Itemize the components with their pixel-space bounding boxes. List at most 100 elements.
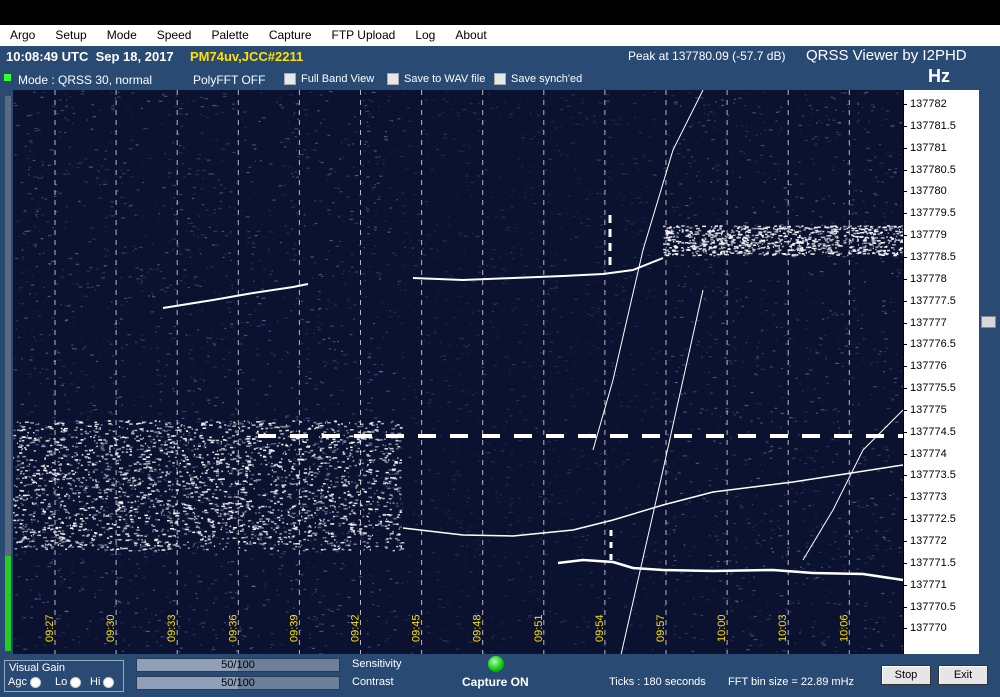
time-tick-label: 09:57 bbox=[655, 614, 667, 642]
save-synched-checkbox[interactable]: Save synch'ed bbox=[494, 73, 582, 85]
time-tick-label: 09:45 bbox=[411, 614, 423, 642]
menu-ftp-upload[interactable]: FTP Upload bbox=[322, 25, 406, 46]
signal-trace bbox=[412, 257, 664, 281]
checkbox-box[interactable] bbox=[494, 73, 506, 85]
frequency-tick-label: 137779.5 bbox=[903, 207, 956, 220]
callsign-locator: PM74uv,JCC#2211 bbox=[190, 49, 304, 64]
signal-trace bbox=[620, 289, 704, 654]
menu-bar: Argo Setup Mode Speed Palette Capture FTP Uplo… bbox=[0, 25, 1000, 46]
scroll-thumb[interactable] bbox=[981, 316, 996, 328]
frequency-tick-label: 137773.5 bbox=[903, 469, 956, 482]
lo-radio-dot[interactable] bbox=[70, 676, 82, 688]
waterfall-canvas: 09:27 09:30 09:33 09:36 09:39 09:42 09:45 09:48… bbox=[13, 90, 903, 654]
checkbox-box[interactable] bbox=[284, 73, 296, 85]
main-window: 10:08:49 UTC Sep 18, 2017 PM74uv,JCC#221… bbox=[0, 46, 1000, 697]
time-tick-label: 10:00 bbox=[716, 614, 728, 642]
signal-trace bbox=[162, 283, 309, 309]
frequency-scrollbar[interactable] bbox=[979, 90, 1000, 654]
frequency-tick-label: 137778.5 bbox=[903, 250, 956, 263]
utc-datetime: 10:08:49 UTC Sep 18, 2017 bbox=[6, 49, 174, 64]
frequency-tick-label: 137781 bbox=[903, 141, 947, 154]
menu-mode[interactable]: Mode bbox=[97, 25, 147, 46]
checkbox-box[interactable] bbox=[387, 73, 399, 85]
stop-button[interactable]: Stop bbox=[881, 665, 931, 685]
frequency-tick-label: 137771 bbox=[903, 578, 947, 591]
waterfall-display[interactable]: 09:27 09:30 09:33 09:36 09:39 09:42 09:45 09:48… bbox=[13, 90, 903, 654]
app-title: QRSS Viewer by I2PHD bbox=[806, 47, 967, 64]
lo-radio[interactable]: Lo bbox=[55, 676, 82, 688]
frequency-tick-label: 137781.5 bbox=[903, 119, 956, 132]
frequency-axis: 137782 137781.5 137781 137780.5 137780 137779… bbox=[903, 90, 979, 654]
frequency-tick-label: 137772 bbox=[903, 535, 947, 547]
save-synched-label: Save synch'ed bbox=[511, 73, 583, 85]
sensitivity-label: Sensitivity bbox=[352, 658, 402, 670]
time-tick-label: 09:27 bbox=[44, 614, 56, 642]
frequency-tick-label: 137770 bbox=[903, 622, 947, 635]
time-tick-label: 10:06 bbox=[838, 614, 850, 642]
agc-label: Agc bbox=[8, 676, 27, 688]
frequency-tick-label: 137775 bbox=[903, 403, 947, 416]
menu-argo[interactable]: Argo bbox=[0, 25, 45, 46]
time-tick-label: 09:48 bbox=[472, 614, 484, 642]
frequency-tick-label: 137773 bbox=[903, 491, 947, 504]
time-tick-label: 09:54 bbox=[594, 614, 606, 642]
menu-setup[interactable]: Setup bbox=[45, 25, 96, 46]
save-wav-label: Save to WAV file bbox=[404, 73, 486, 85]
agc-radio[interactable]: Agc bbox=[8, 676, 41, 688]
signal-level-bar bbox=[5, 96, 11, 651]
frequency-tick-label: 137777 bbox=[903, 316, 947, 329]
signal-trace bbox=[557, 558, 903, 582]
capture-status: Capture ON bbox=[462, 675, 529, 689]
agc-radio-dot[interactable] bbox=[29, 676, 41, 688]
fft-bin-size: FFT bin size = 22.89 mHz bbox=[728, 676, 855, 688]
full-band-checkbox[interactable]: Full Band View bbox=[284, 73, 374, 85]
signal-level-fill bbox=[5, 556, 11, 651]
lo-label: Lo bbox=[55, 676, 68, 688]
frequency-tick-label: 137770.5 bbox=[903, 600, 956, 613]
contrast-label: Contrast bbox=[352, 676, 394, 688]
polyfft-toggle[interactable]: PolyFFT OFF bbox=[193, 73, 265, 87]
frequency-tick-label: 137771.5 bbox=[903, 556, 956, 569]
time-tick-label: 09:30 bbox=[105, 614, 117, 642]
frequency-tick-label: 137774 bbox=[903, 447, 947, 460]
full-band-label: Full Band View bbox=[301, 73, 375, 85]
frequency-tick-label: 137778 bbox=[903, 272, 947, 285]
menu-about[interactable]: About bbox=[445, 25, 496, 46]
capture-led-icon bbox=[488, 656, 504, 672]
frequency-tick-label: 137776.5 bbox=[903, 338, 956, 351]
time-tick-label: 10:03 bbox=[777, 614, 789, 642]
menu-capture[interactable]: Capture bbox=[259, 25, 322, 46]
frequency-tick-label: 137777.5 bbox=[903, 294, 956, 307]
frequency-tick-label: 137772.5 bbox=[903, 513, 956, 526]
sensitivity-slider[interactable]: 50/100 bbox=[136, 658, 340, 672]
menu-palette[interactable]: Palette bbox=[201, 25, 258, 46]
time-tick-label: 09:39 bbox=[288, 614, 300, 642]
hi-radio-dot[interactable] bbox=[103, 676, 115, 688]
frequency-tick-label: 137780.5 bbox=[903, 163, 956, 176]
control-panel: Visual Gain Agc Lo Hi 50/100 Sensitivity… bbox=[0, 654, 1000, 697]
options-row: Mode : QRSS 30, normal PolyFFT OFF Full … bbox=[0, 66, 1000, 90]
time-tick-label: 09:42 bbox=[350, 614, 362, 642]
frequency-tick-label: 137780 bbox=[903, 185, 947, 198]
status-row: 10:08:49 UTC Sep 18, 2017 PM74uv,JCC#221… bbox=[0, 46, 1000, 68]
signal-trace bbox=[592, 90, 704, 451]
menu-speed[interactable]: Speed bbox=[147, 25, 202, 46]
save-wav-checkbox[interactable]: Save to WAV file bbox=[387, 73, 485, 85]
title-bar-strip bbox=[0, 0, 1000, 25]
contrast-value: 50/100 bbox=[221, 677, 255, 689]
hi-radio[interactable]: Hi bbox=[90, 676, 115, 688]
signal-trace bbox=[402, 464, 903, 537]
visual-gain-title: Visual Gain bbox=[9, 662, 66, 674]
menu-log[interactable]: Log bbox=[405, 25, 445, 46]
sensitivity-value: 50/100 bbox=[221, 659, 255, 671]
contrast-slider[interactable]: 50/100 bbox=[136, 676, 340, 690]
time-tick-label: 09:51 bbox=[533, 614, 545, 642]
peak-readout: Peak at 137780.09 (-57.7 dB) bbox=[628, 49, 786, 63]
time-tick-label: 09:36 bbox=[227, 614, 239, 642]
frequency-tick-label: 137775.5 bbox=[903, 382, 956, 395]
frequency-tick-label: 137774.5 bbox=[903, 425, 956, 438]
visual-gain-group: Visual Gain Agc Lo Hi bbox=[4, 660, 124, 692]
frequency-tick-label: 137782 bbox=[903, 98, 947, 110]
hi-label: Hi bbox=[90, 676, 101, 688]
exit-button[interactable]: Exit bbox=[938, 665, 988, 685]
